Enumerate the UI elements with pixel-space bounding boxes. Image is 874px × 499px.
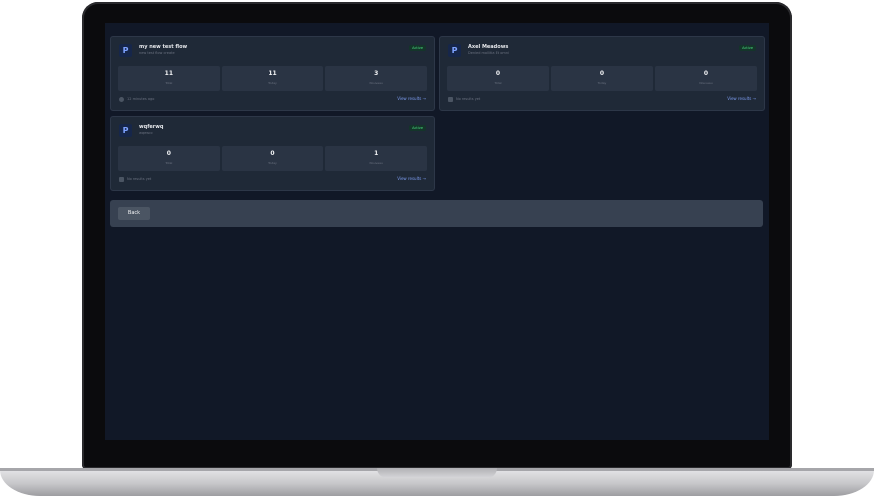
flow-card-footer: 12 minutes ago View results → bbox=[119, 96, 426, 104]
stat-label: Today bbox=[597, 81, 607, 85]
flow-logo-icon: P bbox=[119, 124, 132, 137]
flow-stats: 0 Total 0 Today 1 Nouveau bbox=[118, 146, 428, 171]
arrow-right-icon: → bbox=[422, 176, 426, 181]
flow-subtitle: wqewcc bbox=[139, 131, 153, 135]
stat-label: Today bbox=[268, 161, 277, 165]
flow-stats: 0 Total 0 Today 0 Nouveau bbox=[447, 66, 757, 91]
view-results-label: View results bbox=[727, 96, 752, 101]
stat-value: 3 bbox=[374, 70, 379, 77]
last-activity: No results yet bbox=[127, 177, 152, 181]
flow-subtitle: Denied mollitia Et omni bbox=[468, 51, 510, 55]
flow-name: my new test flow bbox=[139, 44, 188, 50]
flow-subtitle: new test flow create bbox=[139, 51, 175, 55]
inbox-icon bbox=[119, 177, 124, 182]
stat-value: 0 bbox=[599, 70, 605, 77]
flow-logo-icon: P bbox=[119, 44, 132, 57]
flow-card: P my new test flow new test flow create … bbox=[110, 36, 435, 111]
footer-action-bar: Back bbox=[110, 200, 763, 227]
stat-value: 0 bbox=[270, 150, 275, 157]
stat-label: Nouveau bbox=[699, 81, 713, 85]
stat-value: 1 bbox=[374, 150, 379, 157]
stat-label: Nouveau bbox=[369, 81, 383, 85]
flow-card-footer: No results yet View results → bbox=[119, 176, 426, 184]
stat-new: 0 Nouveau bbox=[655, 66, 757, 91]
stat-new: 3 Nouveau bbox=[325, 66, 428, 91]
view-results-link[interactable]: View results → bbox=[397, 96, 426, 101]
view-results-link[interactable]: View results → bbox=[727, 96, 756, 101]
flow-card-header: P Axel Meadows Denied mollitia Et omni A… bbox=[448, 44, 756, 60]
stat-today: 0 Today bbox=[551, 66, 653, 91]
stat-total: 0 Total bbox=[118, 146, 220, 171]
stat-value: 0 bbox=[495, 70, 501, 77]
stat-value: 0 bbox=[166, 150, 171, 157]
flow-name: wqferwq bbox=[139, 124, 164, 130]
stat-total: 11 Total bbox=[118, 66, 220, 91]
stat-today: 11 Today bbox=[221, 66, 324, 91]
stat-value: 11 bbox=[268, 70, 277, 77]
view-results-label: View results bbox=[397, 96, 422, 101]
status-badge: Active bbox=[409, 125, 426, 131]
view-results-link[interactable]: View results → bbox=[397, 176, 426, 181]
stat-label: Total bbox=[165, 161, 173, 165]
status-badge: Active bbox=[739, 45, 756, 51]
last-activity: No results yet bbox=[456, 97, 481, 101]
flow-card-header: P my new test flow new test flow create … bbox=[119, 44, 426, 60]
inbox-icon bbox=[448, 97, 453, 102]
laptop-notch bbox=[377, 468, 497, 478]
stat-today: 0 Today bbox=[221, 146, 324, 171]
flow-stats: 11 Total 11 Today 3 Nouveau bbox=[118, 66, 428, 91]
flow-card: P Axel Meadows Denied mollitia Et omni A… bbox=[439, 36, 765, 111]
flow-card-footer: No results yet View results → bbox=[448, 96, 756, 104]
view-results-label: View results bbox=[397, 176, 422, 181]
stat-value: 11 bbox=[164, 70, 174, 77]
stat-value: 0 bbox=[703, 70, 709, 77]
flow-name: Axel Meadows bbox=[468, 44, 509, 50]
stat-label: Total bbox=[165, 81, 173, 85]
clock-icon bbox=[119, 97, 124, 102]
back-button[interactable]: Back bbox=[118, 207, 150, 220]
stat-label: Nouveau bbox=[369, 161, 383, 165]
flow-card: P wqferwq wqewcc Active 0 Total 0 Today … bbox=[110, 116, 435, 191]
last-activity: 12 minutes ago bbox=[127, 97, 155, 101]
arrow-right-icon: → bbox=[422, 96, 426, 101]
status-badge: Active bbox=[409, 45, 426, 51]
stat-total: 0 Total bbox=[447, 66, 549, 91]
flow-logo-icon: P bbox=[448, 44, 461, 57]
stat-new: 1 Nouveau bbox=[325, 146, 428, 171]
arrow-right-icon: → bbox=[752, 96, 756, 101]
flow-card-header: P wqferwq wqewcc Active bbox=[119, 124, 426, 140]
stat-label: Total bbox=[494, 81, 502, 85]
stat-label: Today bbox=[268, 81, 277, 85]
